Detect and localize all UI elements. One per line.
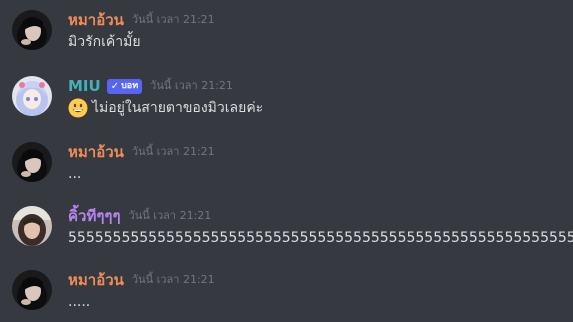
avatar[interactable] <box>12 270 52 310</box>
message-header: หมาอ้วน วันนี้ เวลา 21:21 <box>68 142 215 162</box>
message-item: คิ้วทีๆๆๆ วันนี้ เวลา 21:21 555555555555… <box>0 206 573 262</box>
username[interactable]: คิ้วทีๆๆๆ <box>68 206 121 226</box>
username[interactable]: หมาอ้วน <box>68 10 124 30</box>
message-item: หมาอ้วน วันนี้ เวลา 21:21 มิวรักเค้ามั้ย <box>0 10 573 66</box>
timestamp: วันนี้ เวลา 21:21 <box>131 13 215 26</box>
message-header: หมาอ้วน วันนี้ เวลา 21:21 <box>68 270 215 290</box>
message-text: มิวรักเค้ามั้ย <box>68 34 141 50</box>
girl-photo-avatar-icon <box>12 206 52 246</box>
message-content: ... <box>68 164 81 184</box>
grinning-face-emoji-icon[interactable] <box>68 98 88 118</box>
avatar[interactable] <box>12 10 52 50</box>
message-content: ..... <box>68 292 90 312</box>
message-item: MIU ✓ บอท วันนี้ เวลา 21:21 ไม่อยู่ในสาย… <box>0 76 573 132</box>
message-content: 5555555555555555555555555555555555555555… <box>68 228 573 248</box>
message-text: ..... <box>68 294 91 310</box>
dark-hair-girl-avatar-icon <box>12 10 52 50</box>
username[interactable]: หมาอ้วน <box>68 142 124 162</box>
bot-tag-label: บอท <box>121 80 139 91</box>
message-content: มิวรักเค้ามั้ย <box>68 32 141 52</box>
dark-hair-girl-avatar-icon <box>12 270 52 310</box>
message-item: หมาอ้วน วันนี้ เวลา 21:21 ..... <box>0 270 573 322</box>
username[interactable]: หมาอ้วน <box>68 270 124 290</box>
timestamp: วันนี้ เวลา 21:21 <box>150 79 233 92</box>
bot-badge: ✓ บอท <box>106 78 143 94</box>
avatar[interactable] <box>12 206 52 246</box>
timestamp: วันนี้ เวลา 21:21 <box>131 145 215 158</box>
timestamp: วันนี้ เวลา 21:21 <box>131 273 215 286</box>
avatar[interactable] <box>12 76 52 116</box>
message-header: หมาอ้วน วันนี้ เวลา 21:21 <box>68 10 215 30</box>
anime-girl-avatar-icon <box>12 76 52 116</box>
verified-check-icon: ✓ <box>110 80 120 92</box>
timestamp: วันนี้ เวลา 21:21 <box>128 209 212 222</box>
message-header: MIU ✓ บอท วันนี้ เวลา 21:21 <box>68 76 233 96</box>
avatar[interactable] <box>12 142 52 182</box>
message-item: หมาอ้วน วันนี้ เวลา 21:21 ... <box>0 142 573 198</box>
username[interactable]: MIU <box>68 76 101 96</box>
message-text: ... <box>68 166 82 182</box>
message-content: ไม่อยู่ในสายตาของมิวเลยค่ะ <box>68 98 263 118</box>
message-text: ไม่อยู่ในสายตาของมิวเลยค่ะ <box>92 100 264 116</box>
dark-hair-girl-avatar-icon <box>12 142 52 182</box>
chat-messages: หมาอ้วน วันนี้ เวลา 21:21 มิวรักเค้ามั้ย… <box>0 0 573 322</box>
message-text: 5555555555555555555555555555555555555555… <box>68 230 573 246</box>
message-header: คิ้วทีๆๆๆ วันนี้ เวลา 21:21 <box>68 206 211 226</box>
